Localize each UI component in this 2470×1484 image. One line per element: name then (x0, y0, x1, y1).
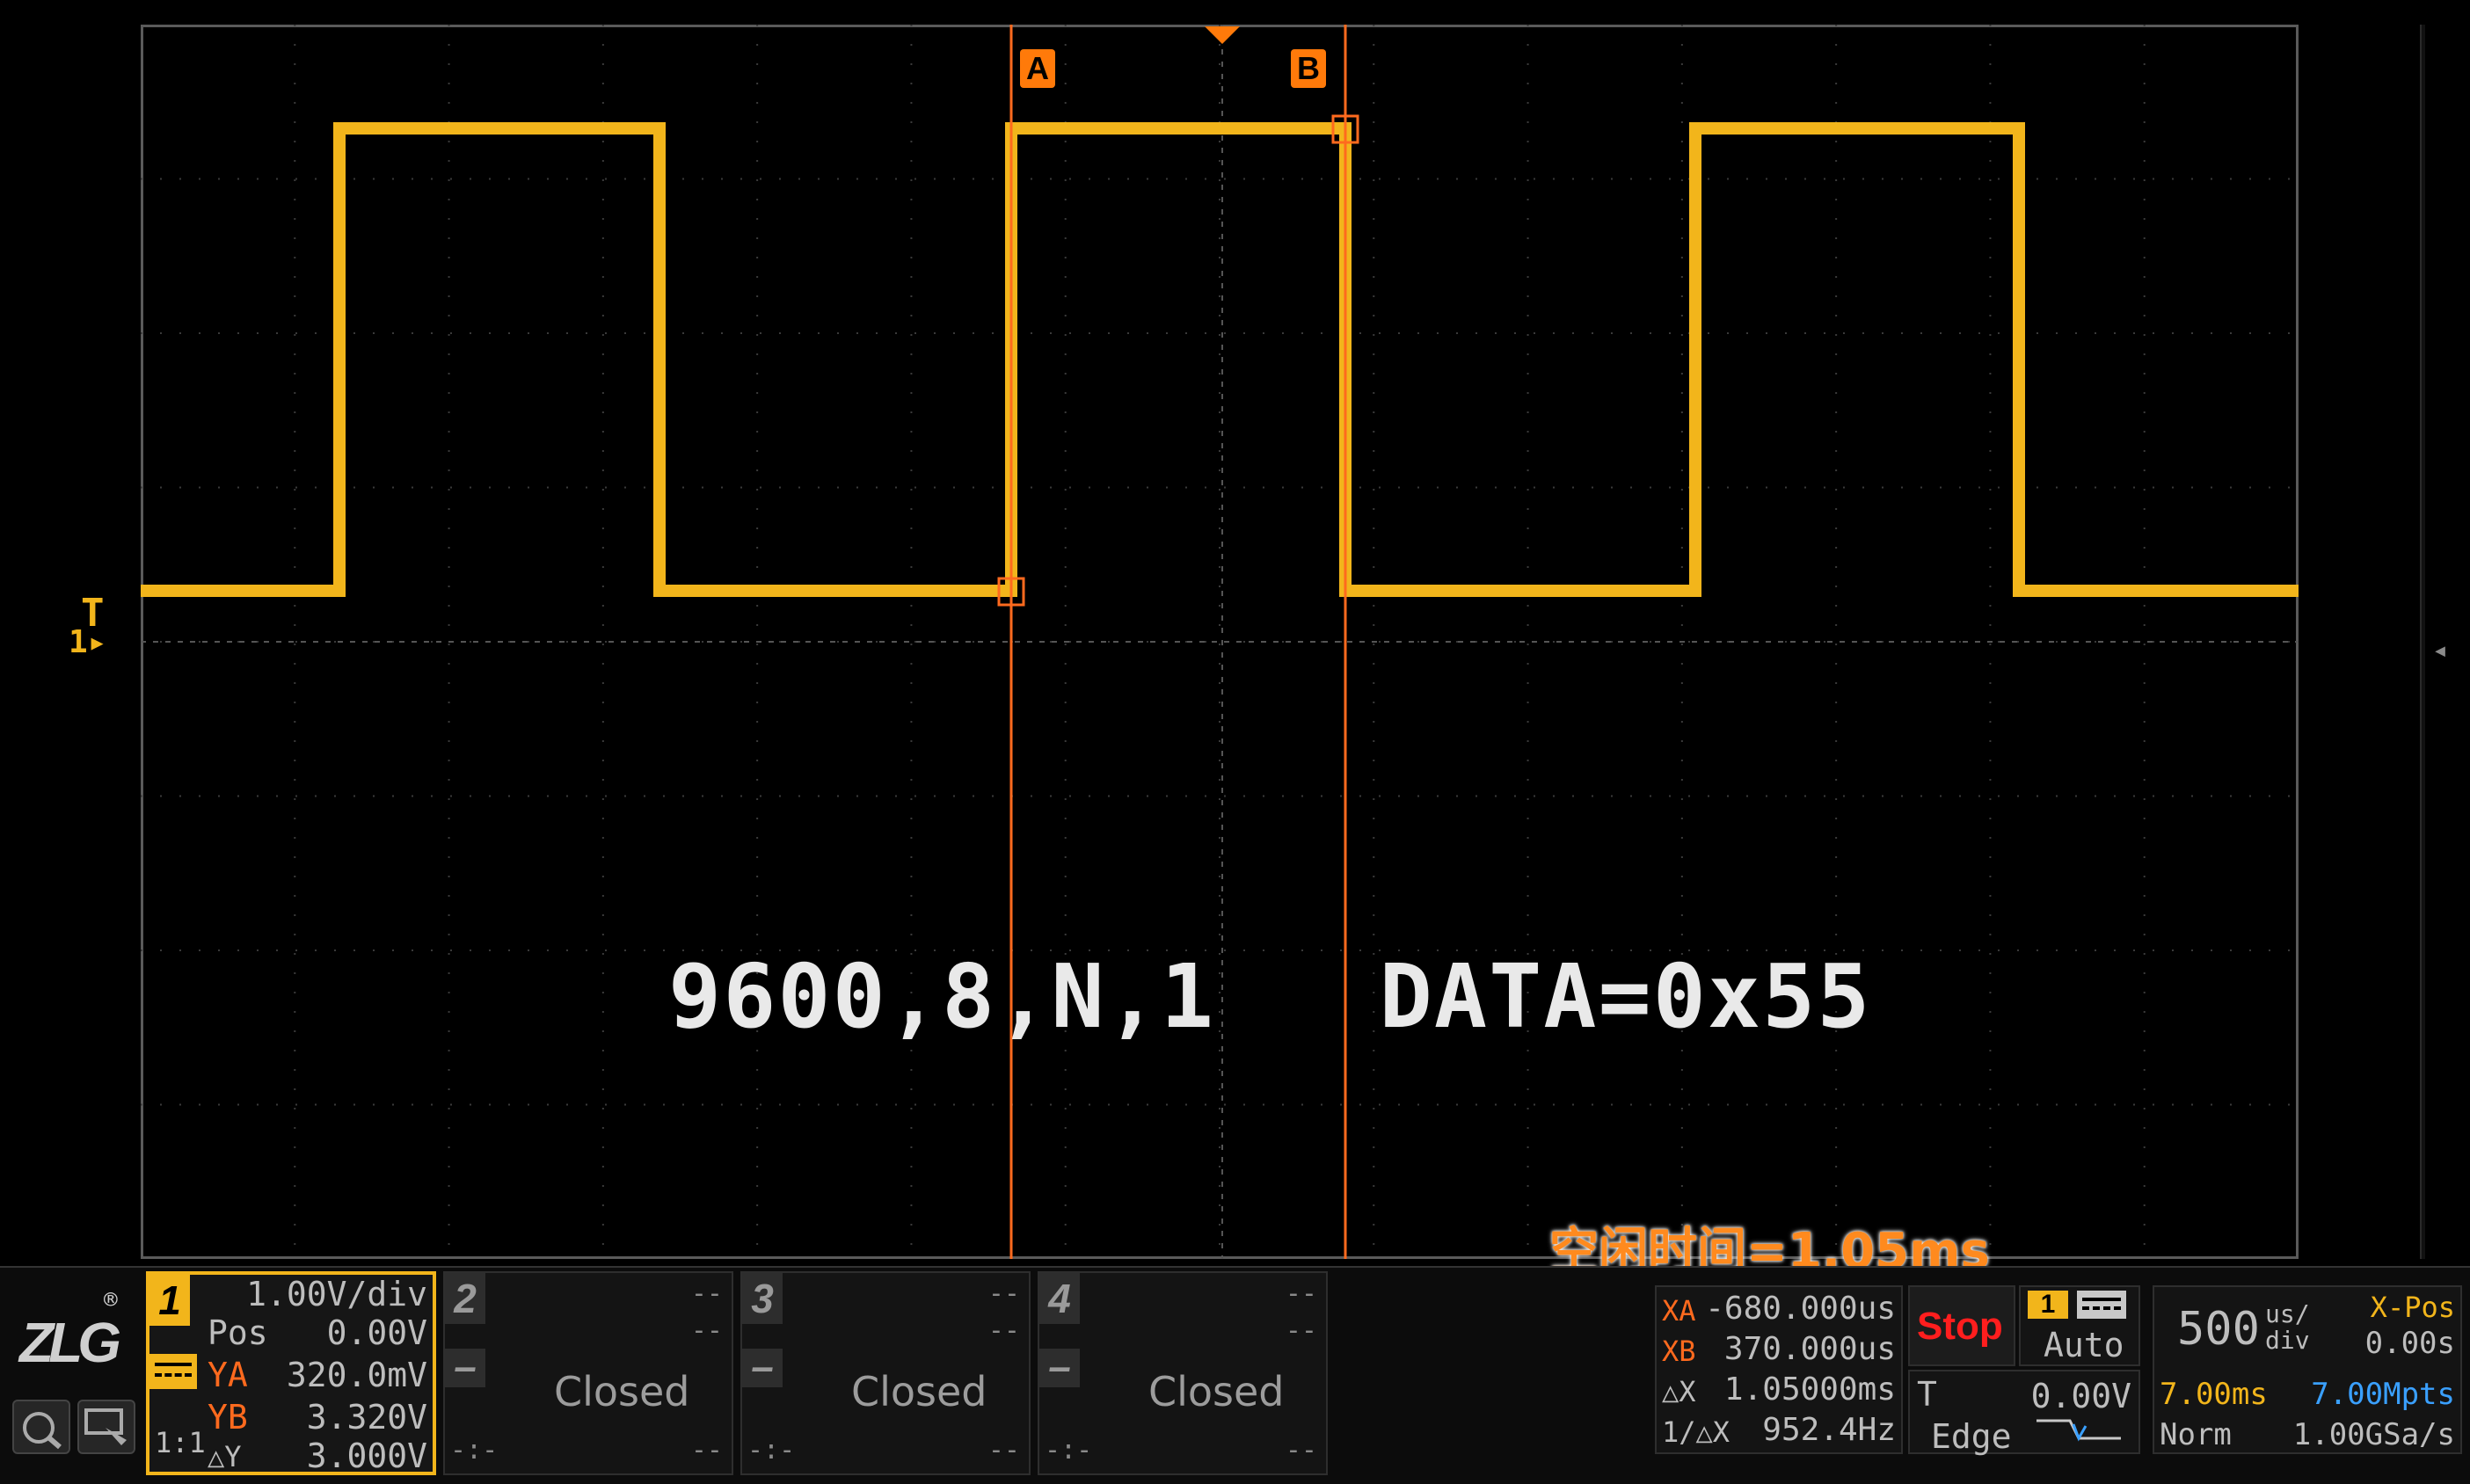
hand-icon (84, 1408, 127, 1445)
channel1-scale: 1.00V/div (246, 1275, 427, 1313)
trigger-mode-value: Auto (2044, 1326, 2124, 1364)
xpos-value: 0.00s (2364, 1326, 2455, 1361)
channel1-dy-label: △Y (208, 1440, 242, 1473)
channel3-status: Closed (851, 1368, 987, 1415)
trigger-level-value: 0.00V (2030, 1377, 2131, 1415)
trigger-mode-button[interactable]: 1 Auto (2019, 1285, 2140, 1366)
probe-tool-button[interactable] (12, 1400, 70, 1454)
run-stop-button[interactable]: Stop (1908, 1285, 2015, 1366)
trigger-channel-number: 1▸ (69, 624, 107, 660)
cursor-xa-value: -680.000us (1705, 1291, 1896, 1327)
channel3-offset-dash: -- (987, 1435, 1020, 1466)
channel2-coupling: – (445, 1346, 485, 1387)
trigger-source-badge: 1 (2028, 1291, 2068, 1319)
cursor-dx-label: △X (1662, 1375, 1696, 1408)
trigger-arrow-icon: ▸ (87, 624, 107, 660)
acquisition-mode-value: Norm (2160, 1417, 2232, 1452)
sample-rate-value: 1.00GSa/s (2292, 1417, 2455, 1452)
cursor-inverse-dx-value: 952.4Hz (1762, 1412, 1896, 1448)
channel1-ya-value: 320.0mV (286, 1356, 427, 1394)
channel1-yb-label: YB (208, 1398, 248, 1437)
cursor-xb-label: XB (1662, 1335, 1696, 1368)
cursor-xa-label: XA (1662, 1294, 1696, 1328)
channel1-ya-label: YA (208, 1356, 248, 1394)
channel3-probe-ratio: -:- (747, 1435, 796, 1466)
channel1-panel[interactable]: 1 1.00V/div Pos 0.00V YA 320.0mV YB 3.32… (146, 1271, 436, 1475)
channel4-pos-dash: -- (1285, 1315, 1317, 1346)
trigger-type-value: Edge (1931, 1417, 2012, 1456)
channel2-number[interactable]: 2 (445, 1273, 485, 1324)
channel3-pos-dash: -- (987, 1315, 1020, 1346)
channel4-probe-ratio: -:- (1045, 1435, 1093, 1466)
channel4-offset-dash: -- (1285, 1435, 1317, 1466)
xpos-label: X-Pos (2370, 1291, 2455, 1324)
channel3-coupling: – (742, 1346, 783, 1387)
cursor-b-tag[interactable]: B (1291, 49, 1326, 88)
timebase-unit-top: us/ (2265, 1299, 2310, 1328)
coupling-dc-icon (2077, 1291, 2126, 1319)
channel1-yb-value: 3.320V (306, 1398, 427, 1437)
cursor-a-tag[interactable]: A (1020, 49, 1055, 88)
channel4-coupling: – (1039, 1346, 1080, 1387)
zlg-logo: ZLG (19, 1311, 121, 1374)
memory-depth-value: 7.00Mpts (2311, 1377, 2455, 1412)
channel4-scale-dash: -- (1285, 1278, 1317, 1309)
falling-edge-icon (2036, 1419, 2121, 1442)
acq-window-value: 7.00ms (2160, 1377, 2268, 1412)
trigger-settings-panel[interactable]: T 0.00V Edge (1908, 1370, 2140, 1456)
timebase-unit-bottom: div (2265, 1326, 2310, 1355)
channel2-scale-dash: -- (690, 1278, 723, 1309)
dc-coupling-icon (149, 1354, 197, 1389)
run-stop-label: Stop (1917, 1305, 2003, 1348)
channel3-panel[interactable]: 3 -- -- – Closed -:- -- (740, 1271, 1031, 1475)
channel4-number[interactable]: 4 (1039, 1273, 1080, 1324)
channel4-status: Closed (1148, 1368, 1285, 1415)
channel2-pos-dash: -- (690, 1315, 723, 1346)
channel2-status: Closed (554, 1368, 690, 1415)
channel1-dy-value: 3.000V (306, 1437, 427, 1475)
channel4-panel[interactable]: 4 -- -- – Closed -:- -- (1038, 1271, 1328, 1475)
chevron-left-icon[interactable]: ◂ (2432, 635, 2448, 666)
channel1-number[interactable]: 1 (149, 1275, 190, 1326)
timebase-scale-value: 500 (2177, 1303, 2260, 1356)
cursor-dx-value: 1.05000ms (1723, 1371, 1896, 1408)
protocol-annotation: 9600,8,N,1 DATA=0x55 (668, 945, 1872, 1048)
channel2-offset-dash: -- (690, 1435, 723, 1466)
channel1-pos-label: Pos (208, 1313, 268, 1352)
cursor-inverse-dx-label: 1/△X (1662, 1415, 1730, 1449)
registered-mark: ® (104, 1287, 118, 1313)
channel3-number[interactable]: 3 (742, 1273, 783, 1324)
cursor-measurement-panel[interactable]: XA -680.000us XB 370.000us △X 1.05000ms … (1655, 1285, 1903, 1454)
cursor-xb-value: 370.000us (1723, 1331, 1896, 1367)
channel1-trace (141, 122, 2299, 597)
timebase-panel[interactable]: 500 us/ div X-Pos 0.00s 7.00ms 7.00Mpts … (2153, 1285, 2462, 1454)
right-scroll-strip[interactable] (2420, 25, 2425, 1259)
channel3-scale-dash: -- (987, 1278, 1020, 1309)
trigger-label: T (1917, 1375, 1937, 1414)
grid-center-axes (141, 25, 2299, 1259)
channel1-pos-value: 0.00V (326, 1313, 427, 1352)
touch-tool-button[interactable] (77, 1400, 135, 1454)
waveform-grid (141, 25, 2299, 1259)
probe-icon (23, 1412, 62, 1450)
channel1-probe-ratio[interactable]: 1:1 (155, 1426, 206, 1459)
channel2-probe-ratio: -:- (450, 1435, 499, 1466)
channel2-panel[interactable]: 2 -- -- – Closed -:- -- (443, 1271, 733, 1475)
trigger-position-marker (1205, 26, 1240, 44)
